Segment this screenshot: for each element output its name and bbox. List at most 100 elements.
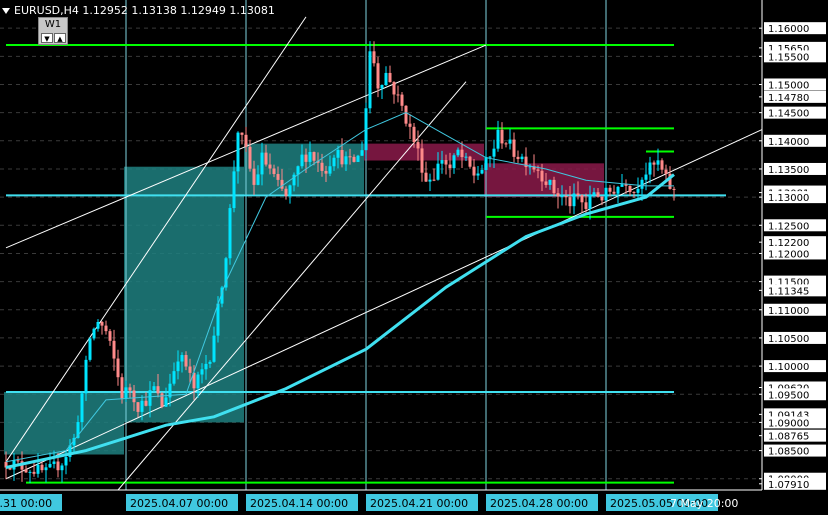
candle-body bbox=[412, 126, 416, 143]
price-tick-label: 1.14000 bbox=[768, 137, 809, 148]
candle-body bbox=[648, 162, 652, 175]
candle-body bbox=[196, 374, 200, 389]
candle-body bbox=[64, 457, 68, 466]
timeframe-widget[interactable]: W1 ▼ ▲ bbox=[38, 17, 68, 45]
time-tick-label: 2025.04.14 00:00 bbox=[250, 497, 348, 510]
price-tick-label: 1.10500 bbox=[768, 334, 809, 345]
price-tick-label: 1.14500 bbox=[768, 109, 809, 120]
candle-body bbox=[348, 156, 352, 158]
candle-body bbox=[208, 361, 212, 364]
candle-body bbox=[288, 185, 292, 197]
candle-body bbox=[484, 156, 488, 170]
candle-body bbox=[52, 461, 56, 464]
price-tick-label: 1.12000 bbox=[768, 249, 809, 260]
candle-body bbox=[468, 156, 472, 167]
candle-body bbox=[144, 400, 148, 406]
candle-body bbox=[104, 325, 108, 332]
candle-body bbox=[560, 195, 564, 197]
candle-body bbox=[148, 390, 152, 406]
candle-body bbox=[544, 181, 548, 185]
candle-body bbox=[176, 361, 180, 372]
candle-body bbox=[476, 173, 480, 176]
candle-body bbox=[380, 84, 384, 89]
candle-body bbox=[160, 393, 164, 407]
candle-body bbox=[604, 187, 608, 201]
price-tick-label: 1.09000 bbox=[768, 418, 809, 429]
candle-body bbox=[508, 139, 512, 144]
candle-body bbox=[520, 156, 524, 160]
timeframe-down-button[interactable]: ▼ bbox=[41, 33, 53, 43]
candle-body bbox=[280, 179, 284, 189]
time-axis[interactable]: 2025.03.31 00:00 2025.04.07 00:00 2025.04.… bbox=[0, 489, 828, 515]
candle-body bbox=[112, 340, 116, 359]
candle-body bbox=[232, 171, 236, 209]
price-tick-label: 1.13500 bbox=[768, 165, 809, 176]
candle-body bbox=[32, 471, 36, 474]
candle-body bbox=[440, 160, 444, 164]
candle-body bbox=[60, 465, 64, 471]
candle-body bbox=[376, 63, 380, 89]
time-tick-label: 2025.03.31 00:00 bbox=[0, 497, 52, 510]
candle-body bbox=[464, 156, 468, 158]
candle-body bbox=[480, 169, 484, 174]
candle-body bbox=[36, 464, 40, 474]
time-label-current: 7 May 20:00 bbox=[670, 497, 738, 510]
candle-body bbox=[436, 163, 440, 180]
candle-body bbox=[536, 169, 540, 171]
candle-body bbox=[400, 94, 404, 106]
time-tick-label: 2025.04.28 00:00 bbox=[490, 497, 588, 510]
price-tick-label: 1.15000 bbox=[768, 80, 809, 91]
candle-body bbox=[608, 187, 612, 192]
price-axis[interactable]: 1.160001.156501.155001.150001.147801.145… bbox=[759, 0, 828, 515]
candle-body bbox=[372, 51, 376, 64]
candle-body bbox=[256, 174, 260, 185]
candle-body bbox=[568, 197, 572, 207]
candle-body bbox=[40, 464, 44, 471]
collapse-triangle-icon[interactable] bbox=[2, 8, 10, 14]
candle-body bbox=[48, 463, 52, 468]
candle-body bbox=[368, 51, 372, 109]
candle-body bbox=[344, 156, 348, 165]
candle-body bbox=[444, 160, 448, 165]
high-value: 1.13138 bbox=[131, 4, 177, 17]
chart-header: EURUSD,H4 1.12952 1.13138 1.12949 1.1308… bbox=[2, 4, 275, 17]
candle-body bbox=[636, 188, 640, 193]
candle-body bbox=[408, 123, 412, 127]
candle-body bbox=[628, 185, 632, 192]
candle-body bbox=[324, 170, 328, 174]
candle-body bbox=[612, 191, 616, 194]
candle-body bbox=[184, 355, 188, 367]
candle-body bbox=[276, 174, 280, 180]
candle-body bbox=[336, 150, 340, 158]
candle-body bbox=[456, 149, 460, 156]
candle-body bbox=[384, 72, 388, 85]
candle-body bbox=[188, 366, 192, 373]
candle-body bbox=[204, 363, 208, 370]
candle-body bbox=[460, 149, 464, 158]
candle-body bbox=[452, 155, 456, 169]
candle-body bbox=[360, 150, 364, 156]
candle-body bbox=[132, 390, 136, 403]
timeframe-up-button[interactable]: ▲ bbox=[54, 33, 66, 43]
candle-body bbox=[180, 355, 184, 362]
candle-body bbox=[116, 358, 120, 378]
candle-body bbox=[356, 155, 360, 162]
candle-body bbox=[272, 168, 276, 175]
candle-body bbox=[80, 393, 84, 423]
candle-body bbox=[660, 160, 664, 170]
candle-body bbox=[164, 397, 168, 407]
price-tick-label: 1.08500 bbox=[768, 447, 809, 458]
candle-body bbox=[420, 148, 424, 173]
close-value: 1.13081 bbox=[229, 4, 275, 17]
time-tick-label: 2025.04.07 00:00 bbox=[130, 497, 228, 510]
time-tick-label: 2025.04.21 00:00 bbox=[370, 497, 468, 510]
price-tick-label: 1.07910 bbox=[768, 480, 809, 491]
candle-body bbox=[652, 162, 656, 165]
candle-body bbox=[548, 179, 552, 185]
candle-body bbox=[620, 184, 624, 187]
candle-body bbox=[156, 386, 160, 394]
price-tick-label: 1.09500 bbox=[768, 390, 809, 401]
price-chart[interactable]: 1.160001.156501.155001.150001.147801.145… bbox=[0, 0, 828, 515]
candle-body bbox=[600, 196, 604, 201]
candle-body bbox=[516, 156, 520, 160]
